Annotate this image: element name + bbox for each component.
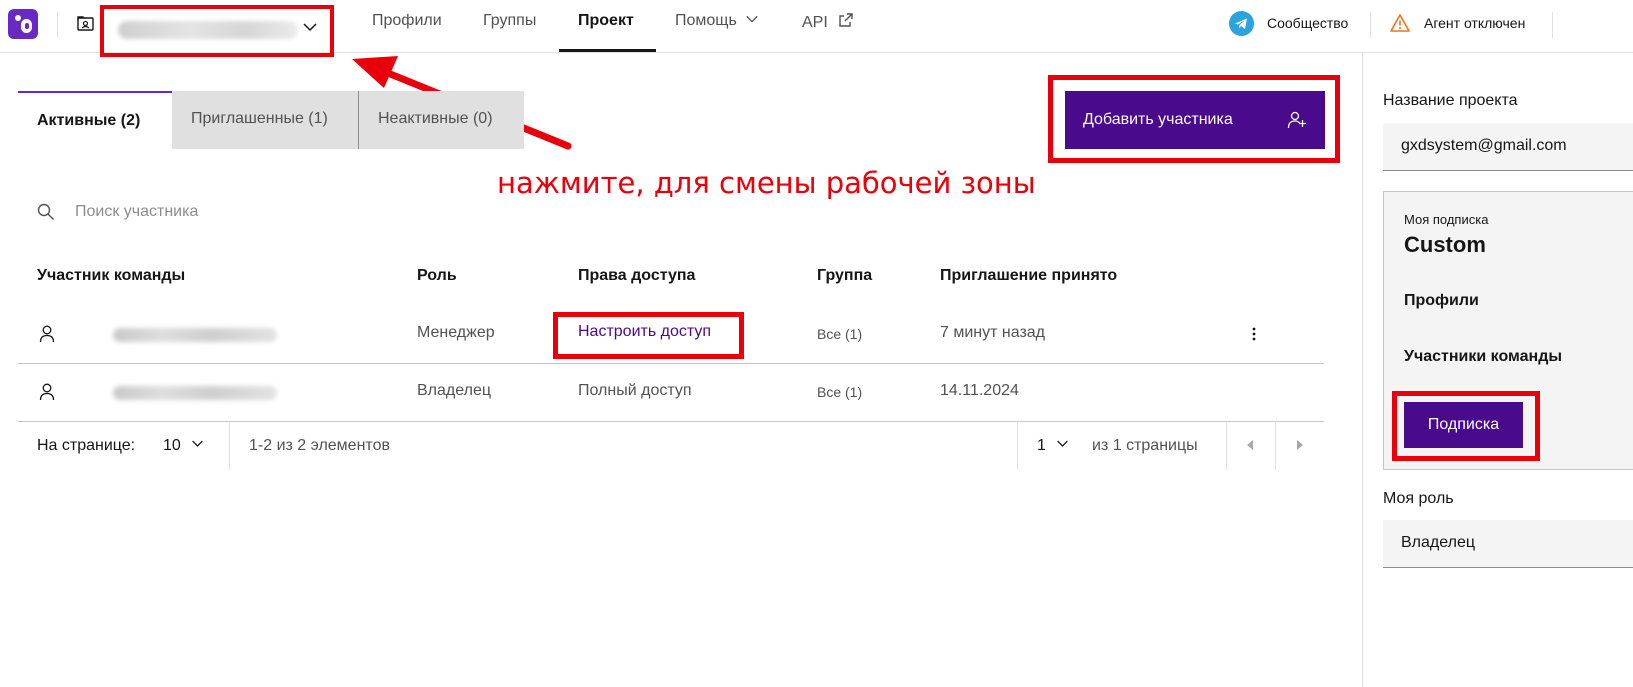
column-header-invite-accepted: Приглашение принято bbox=[940, 267, 1118, 284]
nav-api-label: API bbox=[802, 14, 828, 31]
divider bbox=[1370, 12, 1371, 38]
nav-api[interactable]: API bbox=[802, 12, 854, 32]
nav-help-label: Помощь bbox=[675, 12, 737, 29]
agent-status[interactable]: Агент отключен bbox=[1424, 15, 1525, 31]
subscription-plan: Custom bbox=[1404, 232, 1486, 257]
workspace-name-redacted bbox=[118, 21, 298, 39]
pagination-bar: На странице: 10 1-2 из 2 элементов 1 из … bbox=[18, 421, 1324, 470]
workspace-switcher[interactable] bbox=[100, 5, 334, 57]
subscription-button[interactable]: Подписка bbox=[1404, 402, 1523, 448]
tab-invited[interactable]: Приглашенные (1) bbox=[172, 91, 358, 149]
per-page-label: На странице: bbox=[37, 437, 136, 454]
nav-profiles[interactable]: Профили bbox=[372, 12, 442, 30]
chevron-down-icon bbox=[1057, 440, 1069, 447]
per-page-select[interactable]: 10 bbox=[163, 437, 204, 455]
column-header-group: Группа bbox=[817, 267, 873, 284]
member-email-redacted bbox=[113, 386, 277, 400]
top-navigation-bar: Профили Группы Проект Помощь API Сообщес… bbox=[0, 0, 1633, 57]
member-role: Менеджер bbox=[417, 324, 495, 341]
annotation-text: нажмите, для смены рабочей зоны bbox=[497, 166, 1036, 200]
warning-icon bbox=[1390, 14, 1410, 32]
divider bbox=[1226, 421, 1227, 470]
project-sidebar: Название проекта gxdsystem@gmail.com Моя… bbox=[1362, 53, 1633, 687]
next-page-icon[interactable] bbox=[1296, 440, 1304, 450]
divider bbox=[1017, 421, 1018, 470]
app-logo[interactable] bbox=[8, 9, 38, 39]
divider bbox=[1552, 12, 1553, 38]
member-accepted: 14.11.2024 bbox=[940, 382, 1019, 399]
page-value: 1 bbox=[1037, 437, 1046, 454]
configure-access-link[interactable]: Настроить доступ bbox=[578, 323, 711, 341]
member-group: Все (1) bbox=[817, 384, 863, 400]
team-members-label: Участники команды bbox=[1404, 348, 1563, 365]
project-name-label: Название проекта bbox=[1383, 92, 1518, 109]
my-role-field[interactable]: Владелец bbox=[1383, 520, 1633, 568]
column-header-role: Роль bbox=[417, 267, 457, 284]
pages-text: из 1 страницы bbox=[1092, 437, 1198, 454]
member-email-redacted bbox=[113, 328, 277, 342]
community-link[interactable]: Сообщество bbox=[1267, 15, 1348, 31]
member-access: Полный доступ bbox=[578, 382, 692, 399]
add-participant-button[interactable]: Добавить участника bbox=[1065, 91, 1325, 149]
workspace-folder-icon bbox=[77, 16, 94, 31]
column-header-access: Права доступа bbox=[578, 267, 696, 284]
search-participant-input[interactable] bbox=[64, 196, 564, 228]
subscription-label: Моя подписка bbox=[1404, 212, 1489, 227]
table-row: Владелец Полный доступ Все (1) 14.11.202… bbox=[18, 364, 1324, 422]
chevron-down-icon bbox=[303, 23, 317, 32]
divider bbox=[57, 12, 58, 38]
divider bbox=[229, 421, 230, 470]
nav-project[interactable]: Проект bbox=[578, 12, 634, 30]
project-name-field[interactable]: gxdsystem@gmail.com bbox=[1383, 123, 1633, 171]
telegram-icon[interactable] bbox=[1229, 11, 1254, 36]
user-icon bbox=[39, 325, 55, 343]
search-icon bbox=[37, 203, 54, 220]
tab-inactive[interactable]: Неактивные (0) bbox=[358, 91, 524, 149]
overflow-menu-icon[interactable] bbox=[1248, 326, 1260, 342]
divider bbox=[1275, 421, 1276, 470]
column-header-member: Участник команды bbox=[37, 267, 186, 284]
previous-page-icon[interactable] bbox=[1246, 440, 1254, 450]
nav-groups[interactable]: Группы bbox=[483, 12, 536, 30]
add-user-icon bbox=[1287, 111, 1306, 129]
page-select[interactable]: 1 bbox=[1037, 437, 1069, 455]
chevron-down-icon bbox=[746, 15, 758, 23]
range-text: 1-2 из 2 элементов bbox=[249, 437, 390, 454]
chevron-down-icon bbox=[192, 440, 204, 447]
profiles-label: Профили bbox=[1404, 292, 1479, 309]
member-role: Владелец bbox=[417, 382, 492, 399]
my-role-label: Моя роль bbox=[1383, 490, 1454, 507]
user-icon bbox=[39, 383, 55, 401]
tab-active[interactable]: Активные (2) bbox=[18, 91, 172, 149]
member-group: Все (1) bbox=[817, 326, 863, 342]
external-link-icon bbox=[839, 13, 853, 27]
add-participant-label: Добавить участника bbox=[1083, 111, 1233, 128]
member-accepted: 7 минут назад bbox=[940, 324, 1046, 341]
per-page-value: 10 bbox=[163, 437, 181, 454]
nav-help[interactable]: Помощь bbox=[675, 12, 759, 30]
